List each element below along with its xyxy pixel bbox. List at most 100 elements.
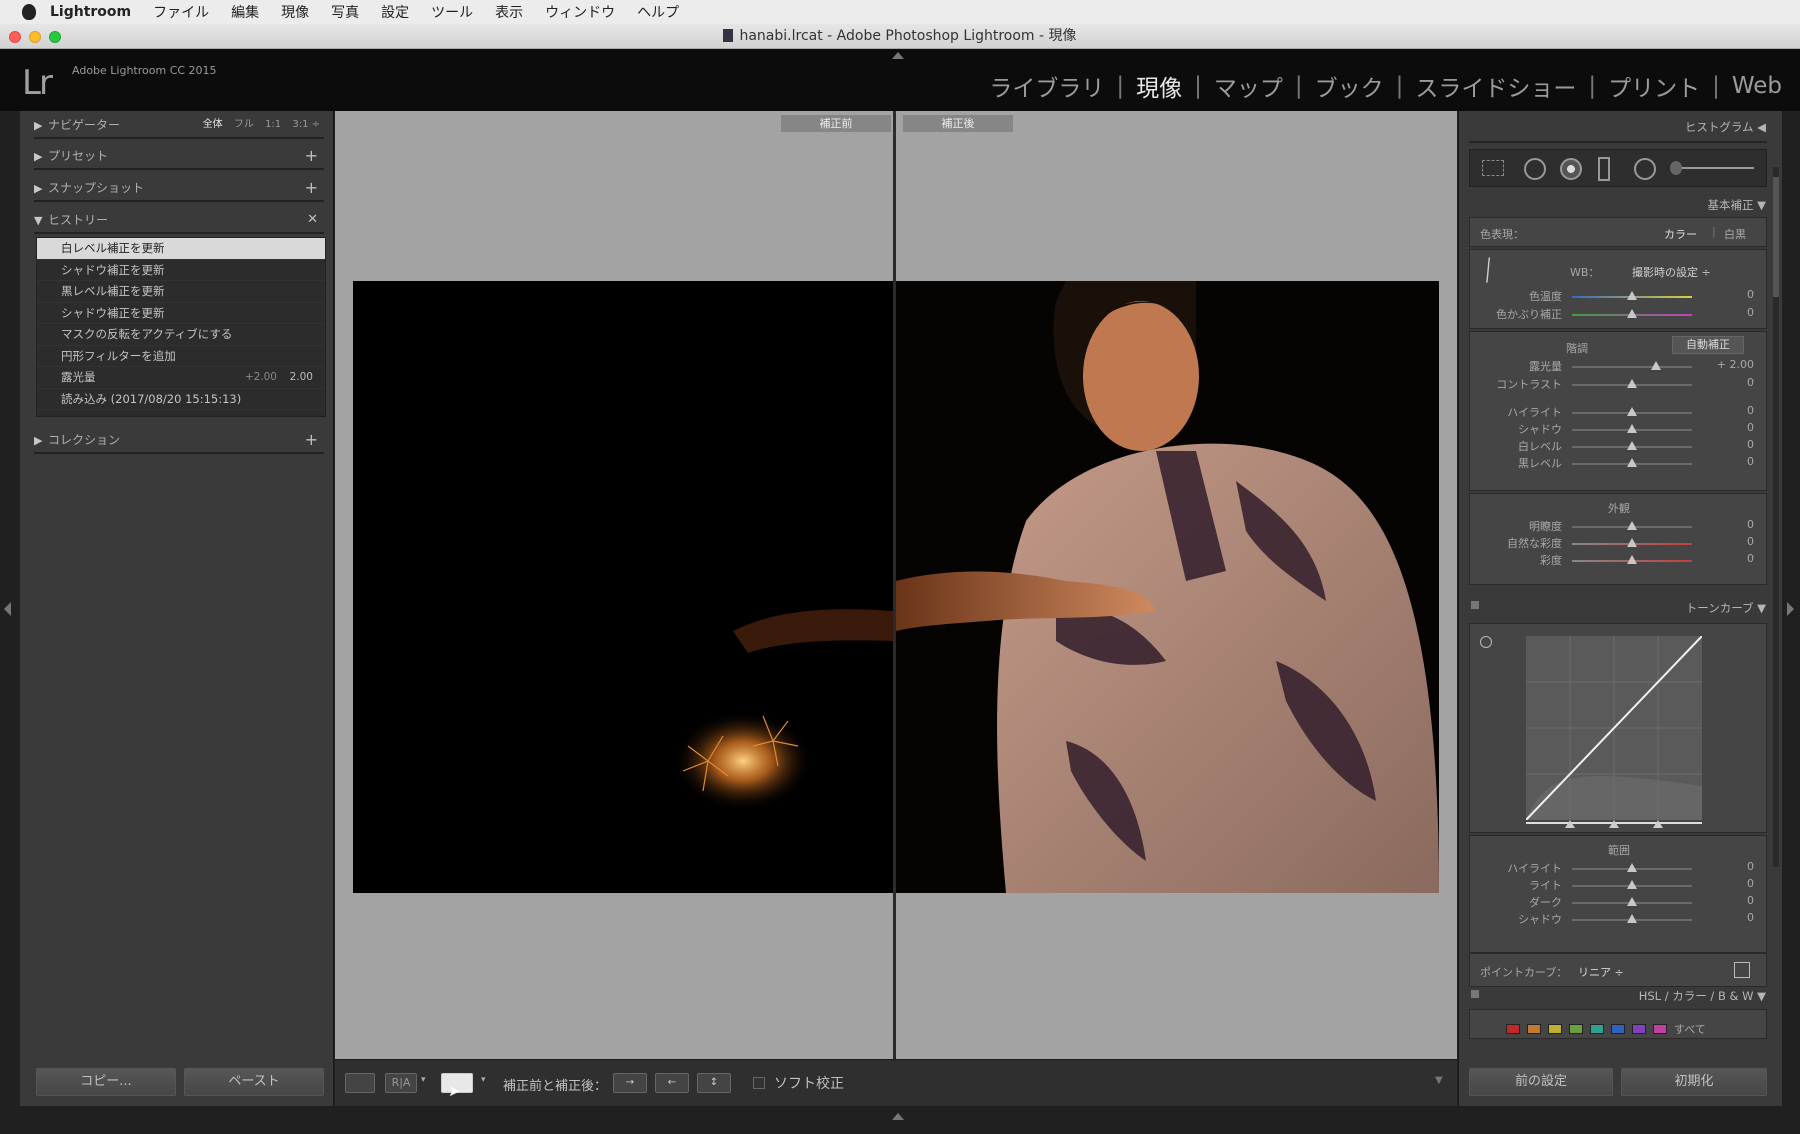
crop-overlay-icon[interactable]: [1482, 160, 1504, 176]
hsl-toggle-icon[interactable]: [1471, 990, 1479, 998]
slider-value[interactable]: 0: [1747, 455, 1754, 468]
add-preset-icon[interactable]: +: [305, 142, 318, 170]
split-handle-shadows[interactable]: [1565, 820, 1575, 828]
add-snapshot-icon[interactable]: +: [305, 174, 318, 202]
history-item[interactable]: 白レベル補正を更新: [37, 238, 325, 260]
loupe-view-button[interactable]: [345, 1073, 375, 1093]
point-curve-select[interactable]: リニア ÷: [1578, 964, 1624, 980]
copy-before-to-after-button[interactable]: →: [613, 1073, 647, 1093]
menu-app-name[interactable]: Lightroom: [50, 4, 131, 20]
point-curve-edit-icon[interactable]: [1734, 962, 1750, 978]
hsl-magenta-swatch[interactable]: [1653, 1024, 1667, 1034]
slider-row[interactable]: ライト 0: [1470, 877, 1768, 894]
after-photo[interactable]: [896, 281, 1439, 893]
slider-row[interactable]: 明瞭度 0: [1470, 518, 1768, 535]
wb-eyedropper-icon[interactable]: ⟋: [1473, 254, 1506, 290]
menu-settings[interactable]: 設定: [381, 2, 409, 22]
bottom-panel-toggle-icon[interactable]: [892, 1113, 904, 1120]
soft-proof-checkbox[interactable]: [753, 1077, 765, 1089]
slider-row[interactable]: 黒レベル 0: [1470, 455, 1768, 472]
module-develop[interactable]: 現像: [1136, 69, 1182, 103]
slider-value[interactable]: 0: [1747, 860, 1754, 873]
slider-value[interactable]: 0: [1747, 306, 1754, 319]
collections-header[interactable]: ▶ コレクション +: [34, 426, 324, 454]
toolbar-menu-icon[interactable]: ▼: [1435, 1075, 1443, 1086]
module-map[interactable]: マップ: [1214, 69, 1283, 103]
slider-value[interactable]: 0: [1747, 376, 1754, 389]
close-window-button[interactable]: [9, 31, 21, 43]
copy-settings-button[interactable]: コピー...: [36, 1068, 176, 1096]
zoom-1-1[interactable]: 1:1: [265, 119, 281, 130]
slider-thumb[interactable]: [1651, 361, 1661, 370]
red-eye-icon[interactable]: [1560, 158, 1582, 180]
swap-before-after-button[interactable]: ↕: [697, 1073, 731, 1093]
ra-dropdown-icon[interactable]: ▾: [421, 1075, 426, 1085]
hsl-aqua-swatch[interactable]: [1590, 1024, 1604, 1034]
basic-header[interactable]: 基本補正 ▼: [1708, 197, 1767, 213]
slider-thumb[interactable]: [1627, 441, 1637, 450]
history-item[interactable]: シャドウ補正を更新: [37, 303, 325, 324]
slider-thumb[interactable]: [1627, 897, 1637, 906]
graduated-filter-icon[interactable]: [1598, 157, 1610, 181]
history-item[interactable]: 露光量 +2.00 2.00: [37, 367, 325, 389]
slider-value[interactable]: 0: [1747, 894, 1754, 907]
navigator-header[interactable]: ▶ ナビゲーター 全体 フル 1:1 3:1 ÷: [34, 111, 324, 139]
slider-row[interactable]: 彩度 0: [1470, 552, 1768, 569]
split-handle-midtones[interactable]: [1609, 820, 1619, 828]
history-item[interactable]: マスクの反転をアクティブにする: [37, 324, 325, 346]
zoom-fit[interactable]: 全体: [203, 119, 223, 130]
module-web[interactable]: Web: [1732, 73, 1782, 99]
left-panel-toggle-icon[interactable]: [4, 602, 11, 616]
module-slideshow[interactable]: スライドショー: [1415, 69, 1576, 103]
slider-value[interactable]: 0: [1747, 535, 1754, 548]
add-collection-icon[interactable]: +: [305, 426, 318, 454]
treatment-color[interactable]: カラー: [1664, 226, 1697, 242]
split-dropdown-icon[interactable]: ▾: [481, 1075, 486, 1085]
slider-thumb[interactable]: [1627, 863, 1637, 872]
hsl-all[interactable]: すべて: [1674, 1023, 1706, 1036]
before-after-ra-button[interactable]: R|A: [385, 1073, 417, 1093]
treatment-bw[interactable]: 白黒: [1724, 226, 1746, 242]
spot-removal-icon[interactable]: [1524, 158, 1546, 180]
menu-photo[interactable]: 写真: [331, 2, 359, 22]
slider-row[interactable]: 自然な彩度 0: [1470, 535, 1768, 552]
slider-thumb[interactable]: [1627, 309, 1637, 318]
slider-value[interactable]: + 2.00: [1717, 358, 1754, 371]
slider-value[interactable]: 0: [1747, 421, 1754, 434]
slider-thumb[interactable]: [1627, 379, 1637, 388]
menu-window[interactable]: ウィンドウ: [545, 2, 615, 22]
adjustment-brush-icon[interactable]: [1670, 167, 1754, 169]
slider-value[interactable]: 0: [1747, 404, 1754, 417]
slider-thumb[interactable]: [1627, 880, 1637, 889]
hsl-red-swatch[interactable]: [1506, 1024, 1520, 1034]
right-panel-toggle-icon[interactable]: [1787, 602, 1794, 616]
hsl-yellow-swatch[interactable]: [1548, 1024, 1562, 1034]
zoom-window-button[interactable]: [49, 31, 61, 43]
auto-tone-button[interactable]: 自動補正: [1672, 336, 1744, 354]
menu-help[interactable]: ヘルプ: [637, 2, 679, 22]
slider-row[interactable]: コントラスト 0: [1470, 376, 1768, 393]
hsl-blue-swatch[interactable]: [1611, 1024, 1625, 1034]
snapshots-header[interactable]: ▶ スナップショット +: [34, 174, 324, 202]
histogram-header[interactable]: ヒストグラム ◀: [1685, 119, 1766, 135]
module-print[interactable]: プリント: [1608, 69, 1700, 103]
slider-thumb[interactable]: [1627, 458, 1637, 467]
slider-thumb[interactable]: [1627, 424, 1637, 433]
slider-row[interactable]: ハイライト 0: [1470, 404, 1768, 421]
slider-row[interactable]: シャドウ 0: [1470, 421, 1768, 438]
slider-thumb[interactable]: [1627, 291, 1637, 300]
slider-row[interactable]: 色かぶり補正 0: [1470, 306, 1768, 323]
slider-row[interactable]: ダーク 0: [1470, 894, 1768, 911]
slider-thumb[interactable]: [1627, 407, 1637, 416]
slider-row[interactable]: ハイライト 0: [1470, 860, 1768, 877]
slider-row[interactable]: 色温度 0: [1470, 288, 1768, 305]
slider-value[interactable]: 0: [1747, 438, 1754, 451]
zoom-3-1[interactable]: 3:1 ÷: [292, 119, 320, 130]
history-item[interactable]: 黒レベル補正を更新: [37, 281, 325, 303]
right-panel-scrollbar[interactable]: [1773, 167, 1779, 867]
slider-thumb[interactable]: [1627, 914, 1637, 923]
wb-select[interactable]: 撮影時の設定 ÷: [1632, 264, 1711, 280]
menu-view[interactable]: 表示: [495, 2, 523, 22]
history-item[interactable]: 円形フィルターを追加: [37, 346, 325, 367]
slider-value[interactable]: 0: [1747, 288, 1754, 301]
